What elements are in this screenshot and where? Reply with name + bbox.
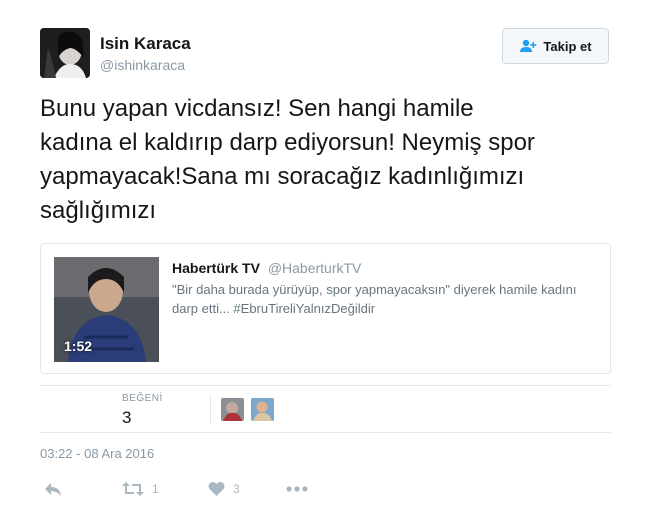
reply-icon	[44, 481, 62, 497]
quoted-author-name: Habertürk TV	[172, 260, 260, 276]
liker-avatar[interactable]	[251, 398, 274, 421]
retweet-count: 1	[152, 482, 159, 496]
tweet-line: Bunu yapan vicdansız! Sen hangi hamile	[40, 95, 474, 122]
quoted-author[interactable]: Habertürk TV @HaberturkTV	[172, 260, 361, 276]
likes-stat[interactable]: BEĞENİ 3	[122, 393, 163, 428]
tweet-line: kadına el kaldırıp darp ediyorsun! Neymi…	[40, 129, 535, 156]
stats-divider	[210, 394, 211, 424]
follow-button[interactable]: Takip et	[502, 28, 609, 64]
likes-label: BEĞENİ	[122, 393, 163, 404]
user-name[interactable]: Isin Karaca	[100, 34, 191, 54]
quoted-text: "Bir daha burada yürüyüp, spor yapmayaca…	[172, 282, 577, 316]
like-count: 3	[233, 482, 240, 496]
tweet-line: yapmayacak!Sana mı soracağız kadınlığımı…	[40, 163, 525, 190]
follow-button-label: Takip et	[543, 38, 592, 54]
tweet-timestamp[interactable]: 03:22 - 08 Ara 2016	[40, 446, 154, 461]
reply-button[interactable]	[44, 478, 62, 500]
quoted-tweet[interactable]: 1:52 Habertürk TV @HaberturkTV "Bir daha…	[40, 243, 611, 374]
liker-avatar[interactable]	[221, 398, 244, 421]
likes-value: 3	[122, 408, 132, 427]
like-button[interactable]: 3	[208, 478, 240, 500]
user-handle[interactable]: @ishinkaraca	[100, 57, 185, 73]
video-thumbnail[interactable]: 1:52	[54, 257, 159, 362]
more-icon	[286, 486, 308, 492]
avatar[interactable]	[40, 28, 90, 78]
tweet-text: Bunu yapan vicdansız! Sen hangi hamile k…	[40, 92, 600, 228]
video-duration: 1:52	[64, 338, 93, 354]
heart-icon	[208, 481, 225, 497]
retweet-icon	[122, 481, 144, 497]
more-button[interactable]	[286, 478, 308, 500]
tweet-stats: BEĞENİ 3	[40, 385, 611, 433]
quoted-author-handle: @HaberturkTV	[267, 260, 362, 276]
tweet-actions: 1 3	[40, 478, 611, 502]
retweet-button[interactable]: 1	[122, 478, 159, 500]
tweet-line: sağlığımızı	[40, 197, 157, 224]
add-user-icon	[519, 39, 537, 53]
